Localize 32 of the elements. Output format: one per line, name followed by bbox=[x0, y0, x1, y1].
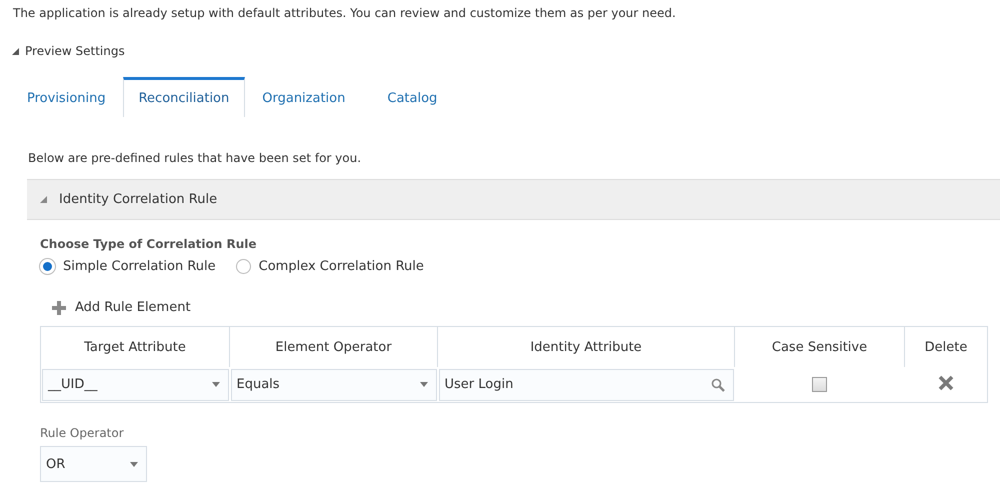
tab[interactable]: Organization bbox=[247, 77, 360, 117]
section-title: Preview Settings bbox=[25, 44, 125, 58]
column-header: Target Attribute bbox=[40, 326, 230, 367]
delete-icon[interactable] bbox=[938, 375, 954, 391]
column-header: Case Sensitive bbox=[734, 326, 904, 367]
column-header: Identity Attribute bbox=[438, 326, 734, 367]
tab[interactable]: Reconciliation bbox=[122, 77, 246, 117]
column-header: Delete bbox=[904, 326, 988, 367]
radio-option[interactable]: Complex Correlation Rule bbox=[236, 259, 424, 274]
section-header[interactable]: Identity Correlation Rule bbox=[27, 179, 1000, 220]
section-title: Identity Correlation Rule bbox=[59, 192, 218, 207]
expand-triangle-icon[interactable] bbox=[40, 196, 47, 203]
column-header: Element Operator bbox=[230, 326, 438, 367]
plus-icon bbox=[52, 300, 66, 314]
identity-attribute-field[interactable]: User Login bbox=[438, 368, 734, 400]
rule-operator-dropdown[interactable]: OR bbox=[40, 446, 147, 482]
intro-text: The application is already setup with default attributes. You can review and customize them as per your need. bbox=[12, 5, 677, 22]
field-label: Rule Operator bbox=[40, 426, 125, 440]
expand-triangle-icon[interactable] bbox=[12, 48, 19, 54]
element-operator-dropdown[interactable]: Equals bbox=[230, 368, 436, 400]
checkbox[interactable] bbox=[812, 377, 827, 392]
tab[interactable]: Catalog bbox=[372, 77, 452, 117]
add-rule-element-button[interactable]: Add Rule Element bbox=[52, 300, 191, 315]
target-attribute-dropdown[interactable]: __UID__ bbox=[42, 368, 228, 400]
search-icon bbox=[710, 378, 724, 392]
description-text: Below are pre-defined rules that have been set for you. bbox=[27, 150, 362, 167]
radio-group-label: Choose Type of Correlation Rule bbox=[40, 237, 258, 251]
caret-icon bbox=[212, 382, 220, 387]
caret-icon bbox=[130, 462, 138, 466]
tab[interactable]: Provisioning bbox=[12, 77, 121, 117]
caret-icon bbox=[420, 382, 428, 387]
radio-option[interactable]: Simple Correlation Rule bbox=[40, 259, 216, 274]
